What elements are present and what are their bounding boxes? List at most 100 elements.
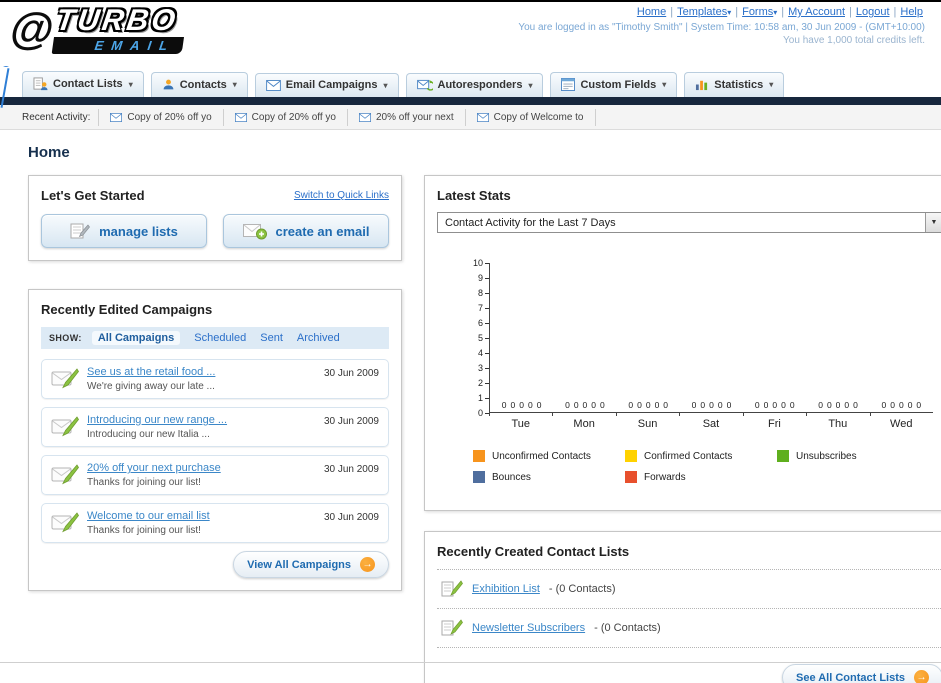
tab-contact-lists[interactable]: Contact Lists ▾ <box>22 71 144 97</box>
link-separator: | <box>670 6 674 18</box>
campaign-filter-all-campaigns[interactable]: All Campaigns <box>91 331 181 345</box>
tab-autoresponders[interactable]: Autoresponders ▾ <box>405 73 544 97</box>
y-tick-mark <box>485 277 489 279</box>
tab-label: Autoresponders <box>437 79 523 91</box>
y-tick-mark <box>485 262 489 264</box>
value-labels: 00000 <box>628 400 668 410</box>
value-label: 0 <box>907 400 913 410</box>
legend-swatch <box>625 471 637 483</box>
tab-email-campaigns[interactable]: Email Campaigns ▾ <box>254 73 399 97</box>
contact-lists-panel: Recently Created Contact Lists Exhibitio… <box>424 531 941 683</box>
x-axis-label: Mon <box>552 412 615 430</box>
value-label: 0 <box>781 400 786 410</box>
y-axis-tick: 5 <box>478 333 489 343</box>
campaign-filter-sent[interactable]: Sent <box>260 332 283 344</box>
chart-x-axis: Tue Mon Sun Sat Fri Thu Wed <box>489 412 933 430</box>
y-axis-tick: 3 <box>478 363 489 373</box>
legend-label: Unconfirmed Contacts <box>492 450 591 462</box>
chevron-down-icon: ▼ <box>925 213 941 232</box>
campaign-title-link[interactable]: Welcome to our email list <box>87 510 316 522</box>
get-started-buttons: manage lists create an email <box>41 214 389 248</box>
contact-list-items: Exhibition List - (0 Contacts) Newsletter… <box>437 570 941 648</box>
value-label: 0 <box>835 400 841 410</box>
value-label: 0 <box>628 400 634 410</box>
logo-text: TURBO EMAIL <box>51 4 189 54</box>
campaign-text: Introducing our new range ... Introducing… <box>87 414 316 440</box>
campaign-subtitle: Thanks for joining our list! <box>87 525 201 536</box>
top-link-my-account[interactable]: My Account <box>788 6 845 18</box>
chevron-down-icon: ▾ <box>528 80 533 90</box>
switch-quick-links-link[interactable]: Switch to Quick Links <box>294 190 389 201</box>
value-label: 0 <box>510 400 516 410</box>
y-axis-tick: 2 <box>478 378 489 388</box>
campaigns-panel: Recently Edited Campaigns SHOW: All Camp… <box>28 289 402 591</box>
legend-label: Forwards <box>644 471 686 483</box>
create-an-email-button[interactable]: create an email <box>223 214 389 248</box>
top-link-templates[interactable]: Templates ▾ <box>677 6 731 18</box>
stats-period-select[interactable]: Contact Activity for the Last 7 Days ▼ <box>437 212 941 233</box>
legend-item-confirmed-contacts: Confirmed Contacts <box>625 450 777 462</box>
y-tick-label: 2 <box>477 378 483 388</box>
top-link-home[interactable]: Home <box>637 6 666 18</box>
chart-y-axis: 10 9 8 7 6 5 4 3 2 1 0 <box>465 258 489 418</box>
recent-activity-label: Recent Activity: <box>22 111 91 123</box>
top-link-logout[interactable]: Logout <box>856 6 890 18</box>
envelope-icon <box>358 112 371 122</box>
recent-activity-item[interactable]: Copy of Welcome to <box>466 108 596 126</box>
value-labels: 00000 <box>565 400 605 410</box>
recent-activity-item[interactable]: Copy of 20% off yo <box>98 108 224 126</box>
value-label: 0 <box>772 400 778 410</box>
tab-label: Contact Lists <box>53 78 123 90</box>
custom-fields-icon <box>561 78 576 91</box>
y-axis-tick: 1 <box>478 393 489 403</box>
view-all-campaigns-button[interactable]: View All Campaigns → <box>233 551 389 578</box>
recent-activity-bar: Recent Activity: Copy of 20% off yo Copy … <box>0 105 941 130</box>
campaign-subtitle: We're giving away our late ... <box>87 381 215 392</box>
y-tick-label: 1 <box>477 393 483 403</box>
campaign-filter-bar: SHOW: All Campaigns Scheduled Sent Archived <box>41 327 389 349</box>
campaign-row[interactable]: Welcome to our email list Thanks for join… <box>41 503 389 543</box>
value-labels: 00000 <box>502 400 542 410</box>
campaign-edit-icon <box>51 464 79 486</box>
contact-list-link-newsletter-subscribers[interactable]: Newsletter Subscribers <box>472 622 585 634</box>
y-axis-tick: 8 <box>478 288 489 298</box>
link-separator: | <box>735 6 739 18</box>
campaign-filter-archived[interactable]: Archived <box>297 332 340 344</box>
see-all-contact-lists-button[interactable]: See All Contact Lists → <box>781 664 941 683</box>
tab-custom-fields[interactable]: Custom Fields ▾ <box>550 72 678 97</box>
contact-list-link-exhibition-list[interactable]: Exhibition List <box>472 583 540 595</box>
chart-group-sat: 00000 <box>680 263 743 412</box>
tab-label: Statistics <box>714 78 764 91</box>
recent-activity-item[interactable]: 20% off your next <box>348 108 466 126</box>
arrow-right-icon: → <box>914 670 929 683</box>
nav-divider-bar <box>0 97 941 105</box>
app-logo: @ TURBO EMAIL <box>6 4 189 56</box>
arrow-right-icon: → <box>360 557 375 572</box>
contact-list-item: Newsletter Subscribers - (0 Contacts) <box>437 609 941 648</box>
contact-list-item: Exhibition List - (0 Contacts) <box>437 570 941 609</box>
campaign-title-link[interactable]: Introducing our new range ... <box>87 414 316 426</box>
y-axis-tick: 6 <box>478 318 489 328</box>
contact-activity-chart: 10 9 8 7 6 5 4 3 2 1 0 000000000000000000000000000… <box>465 258 933 430</box>
campaign-row[interactable]: Introducing our new range ... Introducing… <box>41 407 389 447</box>
top-link-help[interactable]: Help <box>900 6 923 18</box>
recent-activity-item[interactable]: Copy of 20% off yo <box>224 108 348 126</box>
manage-lists-button[interactable]: manage lists <box>41 214 207 248</box>
tab-contacts[interactable]: Contacts ▾ <box>150 72 248 97</box>
tab-statistics[interactable]: Statistics ▾ <box>684 72 785 97</box>
legend-label: Unsubscribes <box>796 450 857 462</box>
value-label: 0 <box>691 400 697 410</box>
campaign-title-link[interactable]: See us at the retail food ... <box>87 366 316 378</box>
campaign-row[interactable]: 20% off your next purchase Thanks for joi… <box>41 455 389 495</box>
main-content: Home Let's Get Started Switch to Quick L… <box>0 130 941 683</box>
y-tick-label: 10 <box>472 258 483 268</box>
campaign-filter-scheduled[interactable]: Scheduled <box>194 332 246 344</box>
y-axis-tick: 9 <box>478 273 489 283</box>
x-axis-label: Tue <box>489 412 552 430</box>
campaign-title-link[interactable]: 20% off your next purchase <box>87 462 316 474</box>
campaign-row[interactable]: See us at the retail food ... We're givin… <box>41 359 389 399</box>
logo-line1: TURBO <box>53 4 181 37</box>
legend-swatch <box>625 450 637 462</box>
tab-label: Contacts <box>179 78 227 91</box>
top-link-forms[interactable]: Forms ▾ <box>742 6 777 18</box>
